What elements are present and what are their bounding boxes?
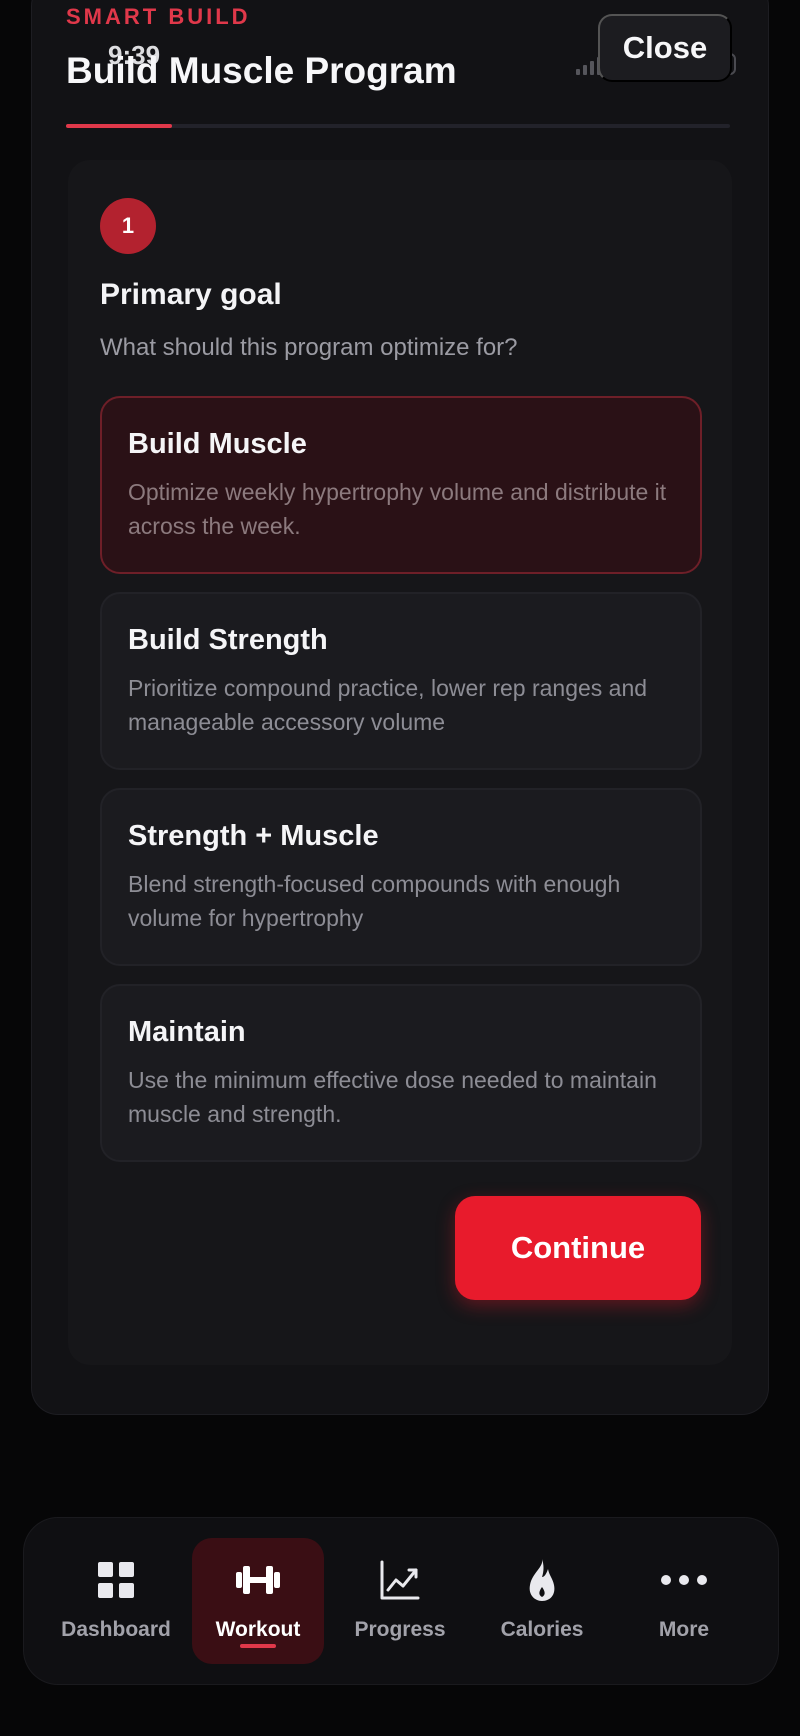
dumbbell-icon [234, 1556, 282, 1604]
tab-label: Workout [215, 1618, 301, 1641]
continue-button[interactable]: Continue [455, 1196, 701, 1300]
tab-workout[interactable]: Workout [192, 1538, 324, 1664]
option-maintain[interactable]: Maintain Use the minimum effective dose … [100, 984, 702, 1162]
progress-bar [66, 124, 730, 128]
flame-icon [518, 1556, 566, 1604]
page-title: Build Muscle Program [66, 50, 457, 91]
question-subtitle: What should this program optimize for? [100, 334, 518, 361]
option-build-muscle[interactable]: Build Muscle Optimize weekly hypertrophy… [100, 396, 702, 574]
grid-icon [92, 1556, 140, 1604]
tab-label: Progress [354, 1618, 446, 1641]
option-description: Prioritize compound practice, lower rep … [128, 675, 648, 735]
tab-dashboard[interactable]: Dashboard [50, 1538, 182, 1664]
option-description: Use the minimum effective dose needed to… [128, 1067, 657, 1127]
option-description: Optimize weekly hypertrophy volume and d… [128, 479, 667, 539]
option-description: Blend strength-focused compounds with en… [128, 871, 621, 931]
eyebrow-label: SMART BUILD [66, 4, 251, 29]
chart-icon [376, 1556, 424, 1604]
option-strength-muscle[interactable]: Strength + Muscle Blend strength-focused… [100, 788, 702, 966]
tab-label: Calories [500, 1618, 584, 1641]
progress-fill [66, 124, 173, 128]
close-button[interactable]: Close [598, 14, 732, 82]
step-number-badge: 1 [100, 198, 156, 254]
tab-label: Dashboard [61, 1618, 171, 1641]
option-title: Strength + Muscle [128, 820, 379, 852]
tab-label: More [658, 1618, 710, 1641]
option-title: Build Strength [128, 624, 328, 656]
screen: SMART BUILD 9:39 Build Muscle Program Cl… [0, 0, 800, 1736]
active-tab-indicator [240, 1644, 276, 1648]
option-build-strength[interactable]: Build Strength Prioritize compound pract… [100, 592, 702, 770]
more-icon [660, 1556, 708, 1604]
tab-more[interactable]: More [618, 1538, 750, 1664]
question-title: Primary goal [100, 278, 282, 311]
bottom-tab-bar: Dashboard Workout Progress Calories More [24, 1518, 778, 1684]
option-title: Build Muscle [128, 428, 307, 460]
tab-progress[interactable]: Progress [334, 1538, 466, 1664]
option-title: Maintain [128, 1016, 246, 1048]
tab-calories[interactable]: Calories [476, 1538, 608, 1664]
